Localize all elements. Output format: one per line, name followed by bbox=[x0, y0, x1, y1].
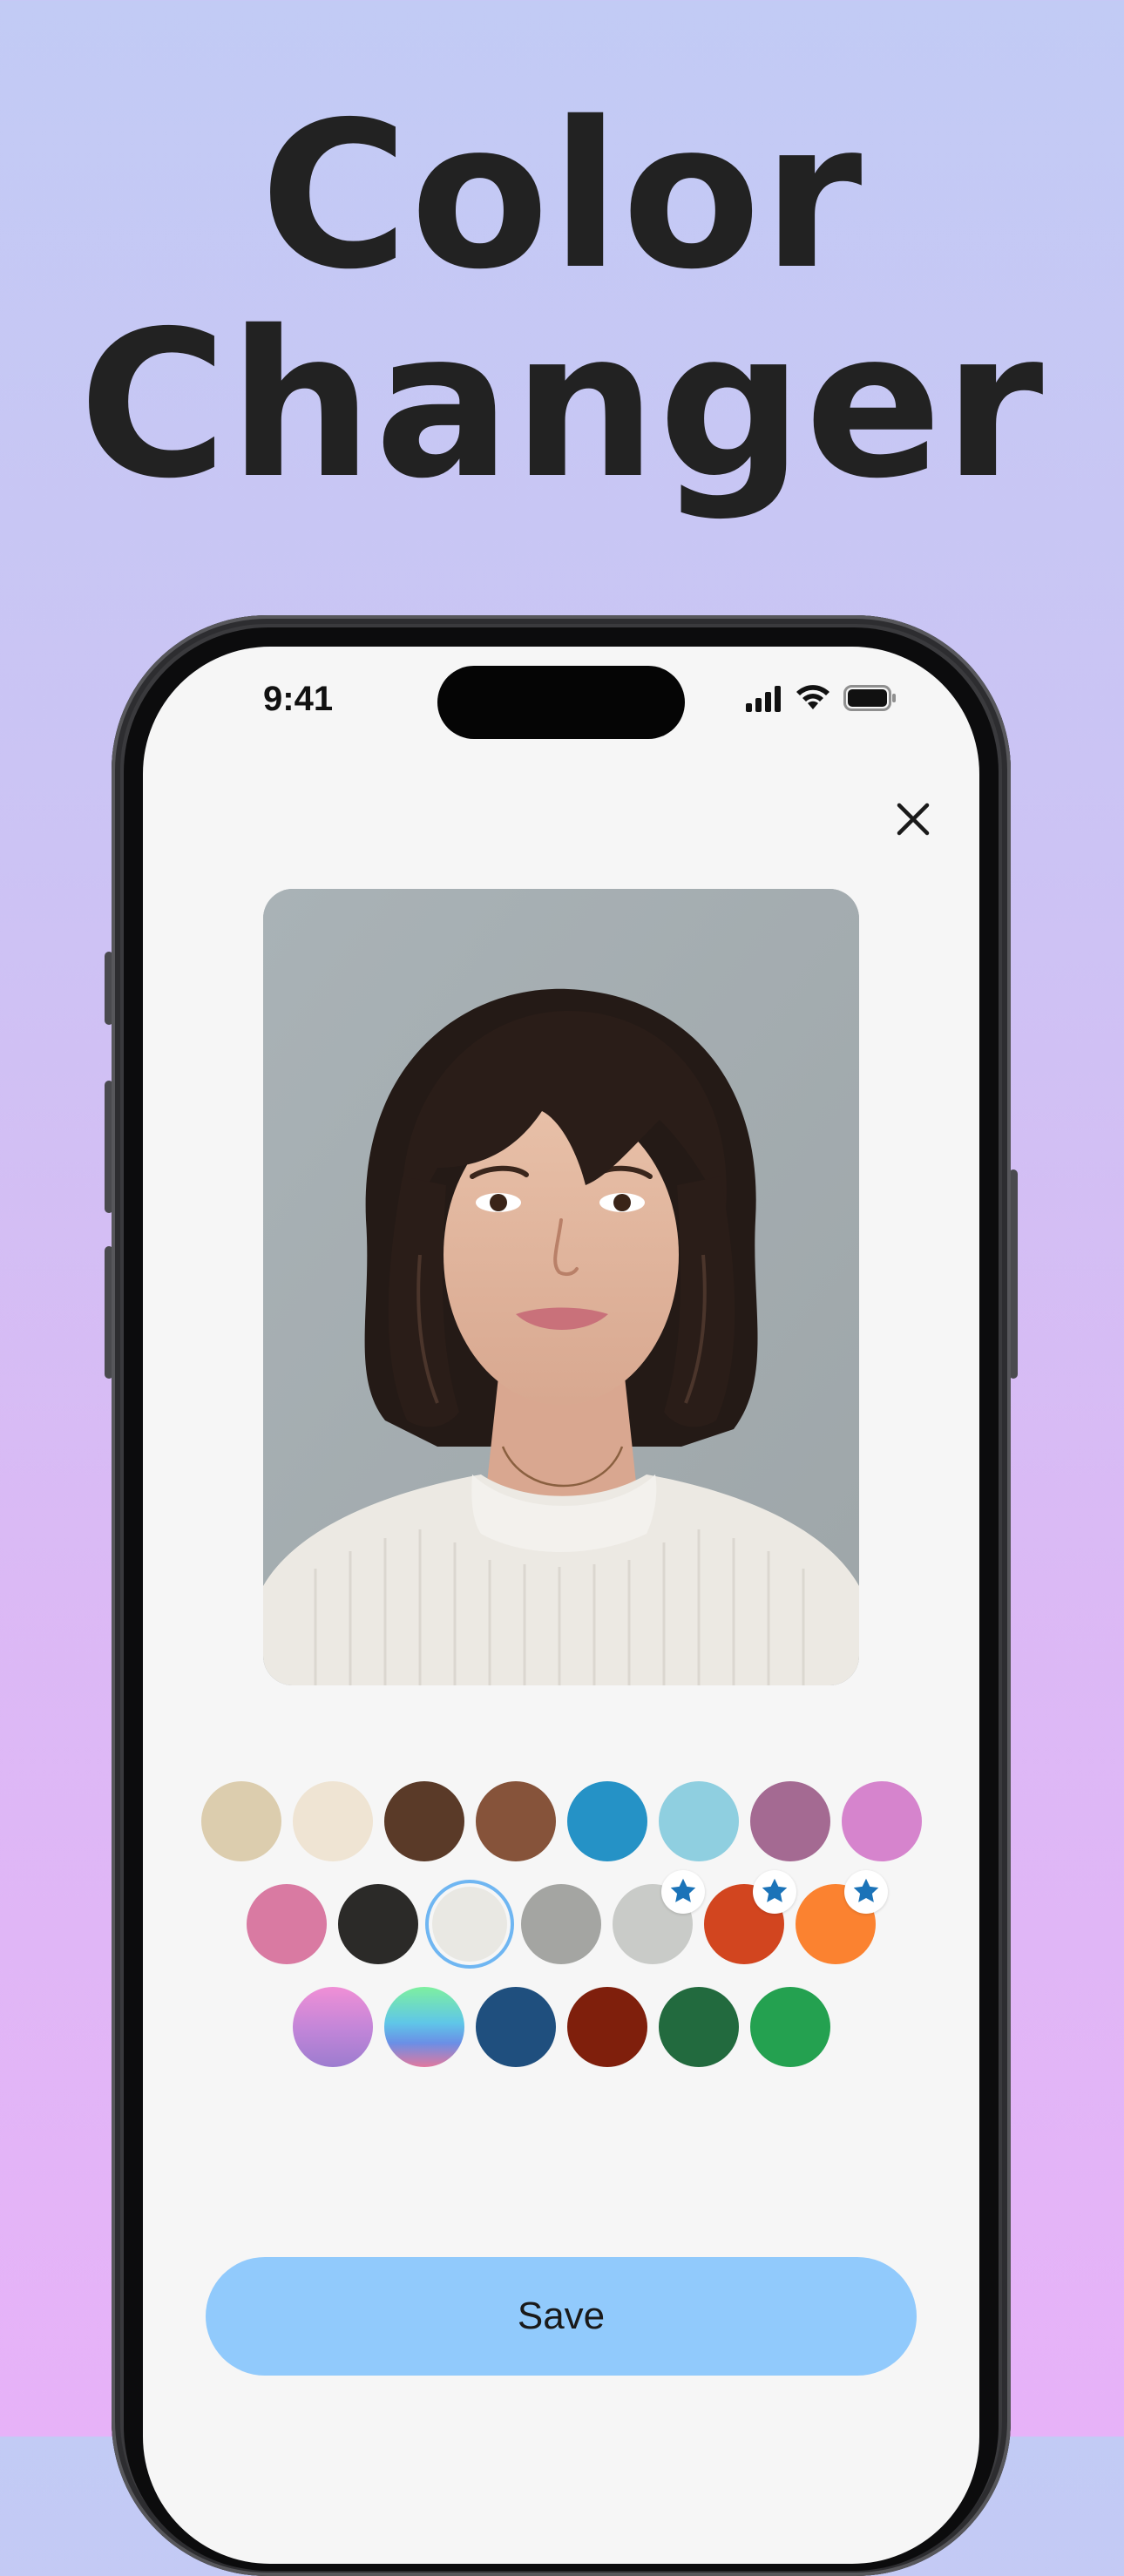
color-swatch[interactable] bbox=[383, 1987, 464, 2067]
battery-icon bbox=[843, 685, 896, 711]
headline-line-2: Changer bbox=[78, 288, 1046, 523]
headline-line-1: Color bbox=[260, 78, 864, 314]
close-button[interactable] bbox=[892, 798, 934, 840]
color-swatch[interactable] bbox=[247, 1884, 327, 1964]
premium-star-icon bbox=[753, 1870, 796, 1914]
color-swatch[interactable] bbox=[475, 1987, 556, 2067]
color-swatch[interactable] bbox=[566, 1781, 647, 1861]
swatch-row-2 bbox=[143, 1870, 979, 1964]
color-swatch[interactable] bbox=[749, 1987, 830, 2067]
color-swatch[interactable] bbox=[383, 1781, 464, 1861]
save-button[interactable]: Save bbox=[206, 2257, 917, 2376]
color-swatch[interactable] bbox=[521, 1884, 601, 1964]
color-swatch[interactable] bbox=[338, 1884, 418, 1964]
color-swatch[interactable] bbox=[841, 1781, 922, 1861]
color-swatch[interactable] bbox=[292, 1987, 373, 2067]
color-swatch[interactable] bbox=[292, 1781, 373, 1861]
color-swatch[interactable] bbox=[566, 1987, 647, 2067]
premium-star-icon bbox=[844, 1870, 888, 1914]
phone-screen: 9:41 Save bbox=[143, 647, 979, 2564]
headline: Color Changer bbox=[0, 92, 1124, 510]
color-swatch[interactable] bbox=[613, 1870, 705, 1964]
portrait-photo bbox=[263, 889, 859, 1685]
premium-star-icon bbox=[661, 1870, 705, 1914]
cellular-signal-icon bbox=[746, 686, 781, 712]
swatch-row-3 bbox=[143, 1987, 979, 2067]
color-swatch[interactable] bbox=[475, 1781, 556, 1861]
color-swatch[interactable] bbox=[749, 1781, 830, 1861]
color-swatch[interactable] bbox=[200, 1781, 281, 1861]
color-swatch[interactable] bbox=[432, 1887, 507, 1962]
status-icons bbox=[746, 681, 920, 716]
color-swatch[interactable] bbox=[658, 1781, 739, 1861]
color-swatch[interactable] bbox=[796, 1870, 888, 1964]
wifi-icon bbox=[796, 685, 829, 709]
swatch-row-1 bbox=[143, 1781, 979, 1861]
color-swatch[interactable] bbox=[704, 1870, 796, 1964]
status-time: 9:41 bbox=[263, 680, 334, 718]
dynamic-island bbox=[437, 666, 685, 739]
color-swatch[interactable] bbox=[658, 1987, 739, 2067]
close-icon bbox=[897, 803, 930, 836]
